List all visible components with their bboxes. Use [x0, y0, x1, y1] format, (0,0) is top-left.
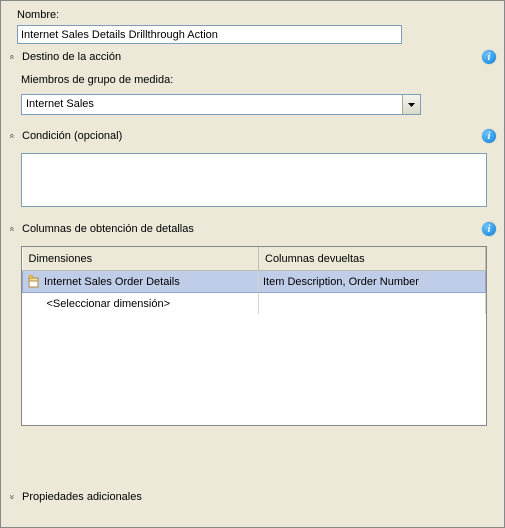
- returned-columns-cell: Item Description, Order Number: [259, 271, 486, 293]
- name-input[interactable]: [17, 25, 402, 44]
- info-icon[interactable]: i: [482, 50, 496, 64]
- measure-group-value: Internet Sales: [22, 95, 402, 114]
- target-section-title: Destino de la acción: [22, 51, 482, 63]
- dimension-cell: Internet Sales Order Details: [44, 276, 180, 288]
- collapse-icon: «: [8, 52, 18, 63]
- info-icon[interactable]: i: [482, 129, 496, 143]
- drillthrough-section-title: Columnas de obtención de detallas: [22, 223, 482, 235]
- condition-section-title: Condición (opcional): [22, 130, 482, 142]
- target-section-header[interactable]: « Destino de la acción i: [1, 46, 504, 68]
- returned-columns-cell: [259, 293, 486, 315]
- expand-icon: »: [8, 492, 18, 503]
- drillthrough-section-header[interactable]: « Columnas de obtención de detallas i: [1, 218, 504, 240]
- chevron-down-icon: [408, 103, 415, 107]
- table-row[interactable]: Internet Sales Order Details Item Descri…: [23, 271, 486, 293]
- name-label: Nombre:: [17, 9, 492, 21]
- action-editor-panel: Nombre: « Destino de la acción i Miembro…: [0, 0, 505, 528]
- grid-header-dimensions[interactable]: Dimensiones: [23, 247, 259, 271]
- condition-section-header[interactable]: « Condición (opcional) i: [1, 125, 504, 147]
- collapse-icon: «: [8, 131, 18, 142]
- measure-group-label: Miembros de grupo de medida:: [1, 68, 504, 90]
- table-row[interactable]: <Seleccionar dimensión>: [23, 293, 486, 315]
- collapse-icon: «: [8, 224, 18, 235]
- grid-header-returned[interactable]: Columnas devueltas: [259, 247, 486, 271]
- name-field-block: Nombre:: [1, 1, 504, 46]
- dropdown-button[interactable]: [402, 95, 420, 114]
- drillthrough-grid[interactable]: Dimensiones Columnas devueltas: [21, 246, 487, 426]
- measure-group-select[interactable]: Internet Sales: [21, 94, 421, 115]
- info-icon[interactable]: i: [482, 222, 496, 236]
- additional-section-title: Propiedades adicionales: [22, 491, 496, 503]
- condition-textarea[interactable]: [21, 153, 487, 207]
- additional-section-header[interactable]: » Propiedades adicionales: [1, 487, 504, 507]
- dimension-icon: [27, 275, 40, 288]
- dimension-placeholder: <Seleccionar dimensión>: [47, 298, 171, 310]
